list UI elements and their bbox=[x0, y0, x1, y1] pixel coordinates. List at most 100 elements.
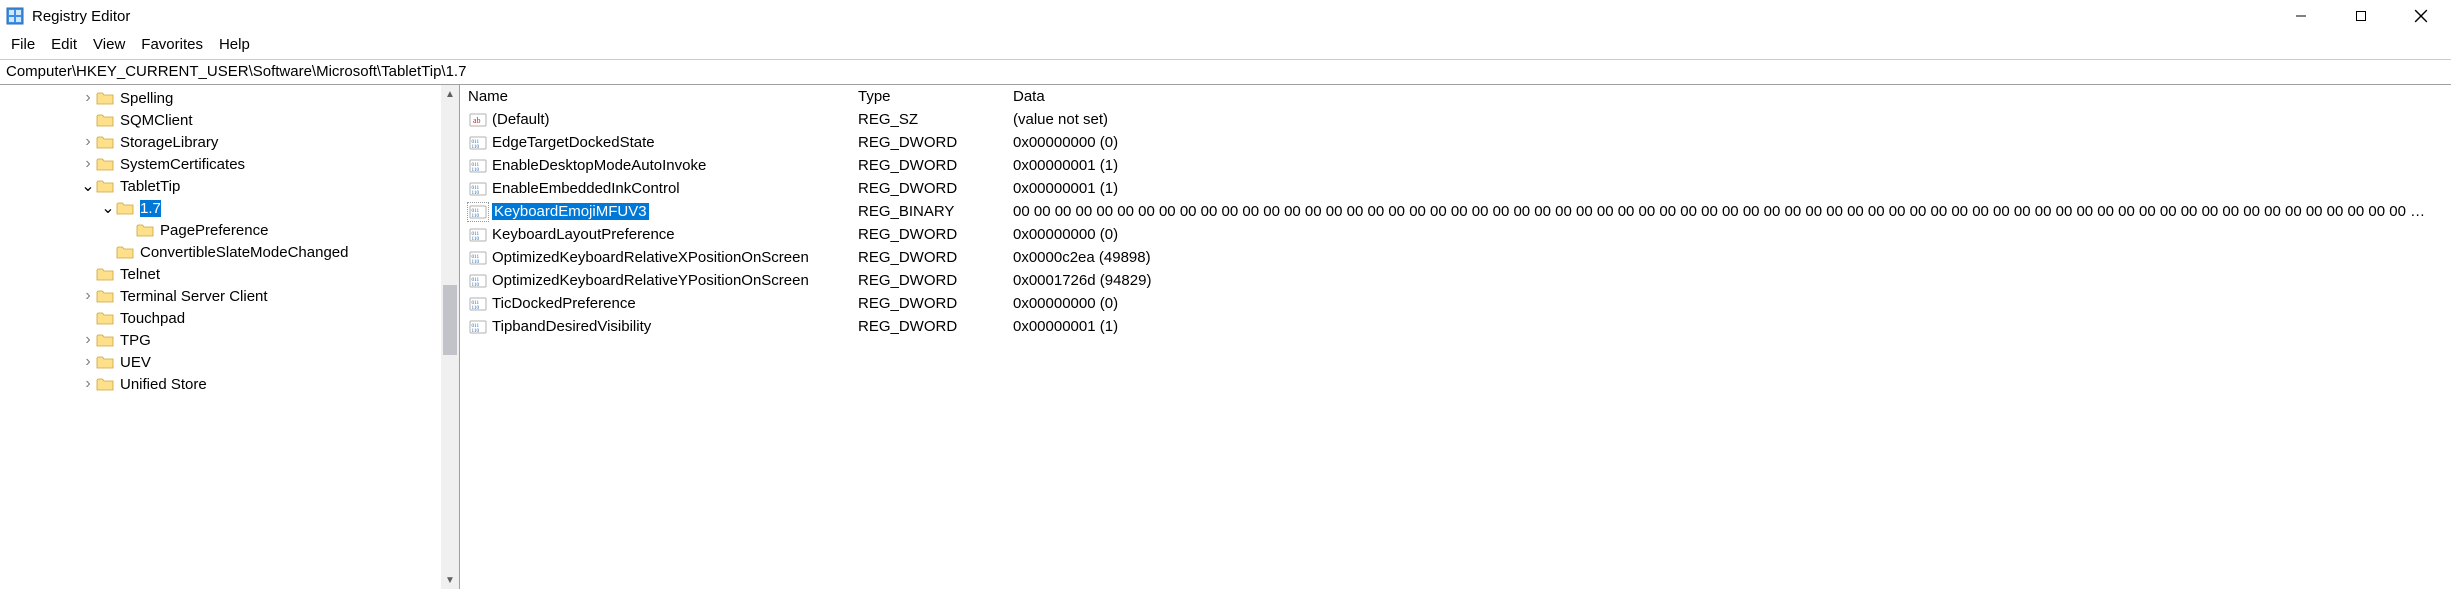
tree-item-label: TabletTip bbox=[120, 178, 180, 195]
folder-icon bbox=[96, 156, 114, 172]
binary-value-icon: 011110 bbox=[468, 134, 488, 152]
binary-value-icon: 011110 bbox=[468, 272, 488, 290]
menu-help[interactable]: Help bbox=[212, 34, 257, 55]
value-type: REG_DWORD bbox=[858, 134, 1013, 151]
tree-item-label: Spelling bbox=[120, 90, 173, 107]
tree-item[interactable]: ›SystemCertificates bbox=[0, 153, 441, 175]
value-type: REG_BINARY bbox=[858, 203, 1013, 220]
tree-item[interactable]: › TPG bbox=[0, 329, 441, 351]
value-name: TicDockedPreference bbox=[492, 295, 636, 312]
value-name: OptimizedKeyboardRelativeYPositionOnScre… bbox=[492, 272, 809, 289]
value-row[interactable]: 011110EnableEmbeddedInkControlREG_DWORD0… bbox=[460, 177, 2451, 200]
value-row[interactable]: 011110OptimizedKeyboardRelativeYPosition… bbox=[460, 269, 2451, 292]
value-type: REG_DWORD bbox=[858, 295, 1013, 312]
value-row[interactable]: 011110TicDockedPreferenceREG_DWORD0x0000… bbox=[460, 292, 2451, 315]
maximize-button[interactable] bbox=[2331, 0, 2391, 32]
folder-icon bbox=[96, 288, 114, 304]
folder-icon bbox=[136, 222, 154, 238]
scroll-down-icon[interactable]: ▼ bbox=[441, 571, 459, 589]
value-data: (value not set) bbox=[1013, 111, 2451, 128]
folder-icon bbox=[96, 332, 114, 348]
tree-item[interactable]: ConvertibleSlateModeChanged bbox=[0, 241, 441, 263]
value-name: KeyboardLayoutPreference bbox=[492, 226, 675, 243]
binary-value-icon: 011110 bbox=[468, 157, 488, 175]
tree-item[interactable]: PagePreference bbox=[0, 219, 441, 241]
tree-item[interactable]: › StorageLibrary bbox=[0, 131, 441, 153]
tree-scrollbar[interactable]: ▲ ▼ bbox=[441, 85, 459, 589]
address-bar[interactable]: Computer\HKEY_CURRENT_USER\Software\Micr… bbox=[0, 60, 2451, 85]
values-header: Name Type Data bbox=[460, 85, 2451, 108]
value-type: REG_DWORD bbox=[858, 318, 1013, 335]
value-data: 0x00000001 (1) bbox=[1013, 318, 2451, 335]
column-header-name[interactable]: Name bbox=[468, 88, 858, 105]
chevron-down-icon[interactable]: ⌄ bbox=[100, 198, 116, 218]
values-pane: Name Type Data ab(Default)REG_SZ(value n… bbox=[460, 85, 2451, 589]
chevron-right-icon[interactable]: › bbox=[80, 89, 96, 107]
minimize-button[interactable] bbox=[2271, 0, 2331, 32]
svg-text:110: 110 bbox=[472, 167, 480, 173]
folder-icon bbox=[96, 354, 114, 370]
value-type: REG_DWORD bbox=[858, 272, 1013, 289]
tree-item[interactable]: SQMClient bbox=[0, 109, 441, 131]
value-row[interactable]: 011110OptimizedKeyboardRelativeXPosition… bbox=[460, 246, 2451, 269]
menu-edit[interactable]: Edit bbox=[44, 34, 84, 55]
close-button[interactable] bbox=[2391, 0, 2451, 32]
value-data: 0x00000001 (1) bbox=[1013, 157, 2451, 174]
chevron-right-icon[interactable]: › bbox=[80, 133, 96, 151]
folder-icon bbox=[96, 310, 114, 326]
svg-text:110: 110 bbox=[472, 259, 480, 265]
value-data: 0x00000000 (0) bbox=[1013, 295, 2451, 312]
tree-item[interactable]: ›UEV bbox=[0, 351, 441, 373]
value-row[interactable]: 011110TipbandDesiredVisibilityREG_DWORD0… bbox=[460, 315, 2451, 338]
value-data: 00 00 00 00 00 00 00 00 00 00 00 00 00 0… bbox=[1013, 203, 2451, 220]
app-icon bbox=[6, 7, 24, 25]
menu-favorites[interactable]: Favorites bbox=[134, 34, 210, 55]
tree-item[interactable]: Telnet bbox=[0, 263, 441, 285]
tree-item[interactable]: ⌄ TabletTip bbox=[0, 175, 441, 197]
value-row[interactable]: 011110KeyboardEmojiMFUV3REG_BINARY00 00 … bbox=[460, 200, 2451, 223]
tree-item-label: 1.7 bbox=[140, 200, 161, 217]
tree-item-label: TPG bbox=[120, 332, 151, 349]
chevron-right-icon[interactable]: › bbox=[80, 375, 96, 393]
svg-text:110: 110 bbox=[472, 328, 480, 334]
folder-icon bbox=[116, 200, 134, 216]
registry-tree[interactable]: › Spelling SQMClient › StorageLibrary ›System… bbox=[0, 85, 441, 395]
value-row[interactable]: 011110EdgeTargetDockedState REG_DWORD0x00… bbox=[460, 131, 2451, 154]
menu-view[interactable]: View bbox=[86, 34, 132, 55]
chevron-down-icon[interactable]: ⌄ bbox=[80, 176, 96, 196]
value-row[interactable]: 011110KeyboardLayoutPreferenceREG_DWORD0… bbox=[460, 223, 2451, 246]
value-row[interactable]: ab(Default)REG_SZ(value not set) bbox=[460, 108, 2451, 131]
chevron-right-icon[interactable]: › bbox=[80, 287, 96, 305]
tree-item[interactable]: Touchpad bbox=[0, 307, 441, 329]
chevron-right-icon[interactable]: › bbox=[80, 331, 96, 349]
tree-item[interactable]: ⌄ 1.7 bbox=[0, 197, 441, 219]
title-bar: Registry Editor bbox=[0, 0, 2451, 32]
chevron-right-icon[interactable]: › bbox=[80, 155, 96, 173]
value-data: 0x0000c2ea (49898) bbox=[1013, 249, 2451, 266]
value-row[interactable]: 011110EnableDesktopModeAutoInvokeREG_DWO… bbox=[460, 154, 2451, 177]
folder-icon bbox=[116, 244, 134, 260]
column-header-type[interactable]: Type bbox=[858, 88, 1013, 105]
value-data: 0x00000000 (0) bbox=[1013, 226, 2451, 243]
tree-pane: › Spelling SQMClient › StorageLibrary ›System… bbox=[0, 85, 460, 589]
binary-value-icon: 011110 bbox=[468, 226, 488, 244]
value-type: REG_DWORD bbox=[858, 180, 1013, 197]
tree-item[interactable]: › Spelling bbox=[0, 87, 441, 109]
column-header-data[interactable]: Data bbox=[1013, 88, 2451, 105]
value-name: (Default) bbox=[492, 111, 550, 128]
scrollbar-thumb[interactable] bbox=[443, 285, 457, 355]
value-name: KeyboardEmojiMFUV3 bbox=[492, 203, 649, 220]
binary-value-icon: 011110 bbox=[468, 180, 488, 198]
tree-item[interactable]: ›Terminal Server Client bbox=[0, 285, 441, 307]
value-data: 0x00000000 (0) bbox=[1013, 134, 2451, 151]
binary-value-icon: 011110 bbox=[468, 249, 488, 267]
value-name: EdgeTargetDockedState bbox=[492, 134, 655, 151]
tree-item-label: StorageLibrary bbox=[120, 134, 218, 151]
svg-text:110: 110 bbox=[472, 144, 480, 150]
scroll-up-icon[interactable]: ▲ bbox=[441, 85, 459, 103]
tree-item[interactable]: ›Unified Store bbox=[0, 373, 441, 395]
values-list[interactable]: ab(Default)REG_SZ(value not set)011110Ed… bbox=[460, 108, 2451, 338]
window-title: Registry Editor bbox=[32, 8, 130, 25]
chevron-right-icon[interactable]: › bbox=[80, 353, 96, 371]
menu-file[interactable]: File bbox=[4, 34, 42, 55]
